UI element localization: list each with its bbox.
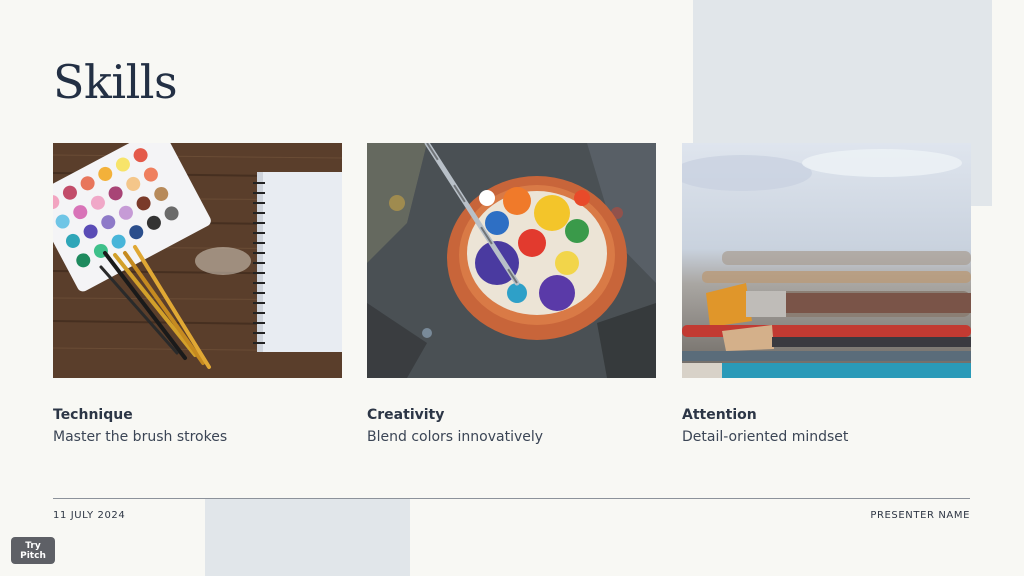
skill-heading: Creativity xyxy=(367,407,445,423)
skill-card-creativity: Creativity Blend colors innovatively xyxy=(367,143,656,446)
watercolor-palette-image xyxy=(53,143,342,378)
decorative-block-bottom xyxy=(205,499,410,576)
paint-bowl-image xyxy=(367,143,656,378)
skill-card-attention: Attention Detail-oriented mindset xyxy=(682,143,971,446)
try-pitch-button[interactable]: Try Pitch xyxy=(11,537,55,564)
footer-divider xyxy=(53,498,970,499)
skill-description: Blend colors innovatively xyxy=(367,429,544,445)
footer-presenter-name: PRESENTER NAME xyxy=(870,510,970,521)
skill-description: Master the brush strokes xyxy=(53,429,228,445)
skill-description: Detail-oriented mindset xyxy=(682,429,849,445)
skill-heading: Attention xyxy=(682,407,757,423)
skill-card-technique: Technique Master the brush strokes xyxy=(53,143,342,446)
paintbrushes-closeup-image xyxy=(682,143,971,378)
footer-date: 11 JULY 2024 xyxy=(53,510,126,521)
slide-title: Skills xyxy=(53,55,178,109)
skill-heading: Technique xyxy=(53,407,133,423)
